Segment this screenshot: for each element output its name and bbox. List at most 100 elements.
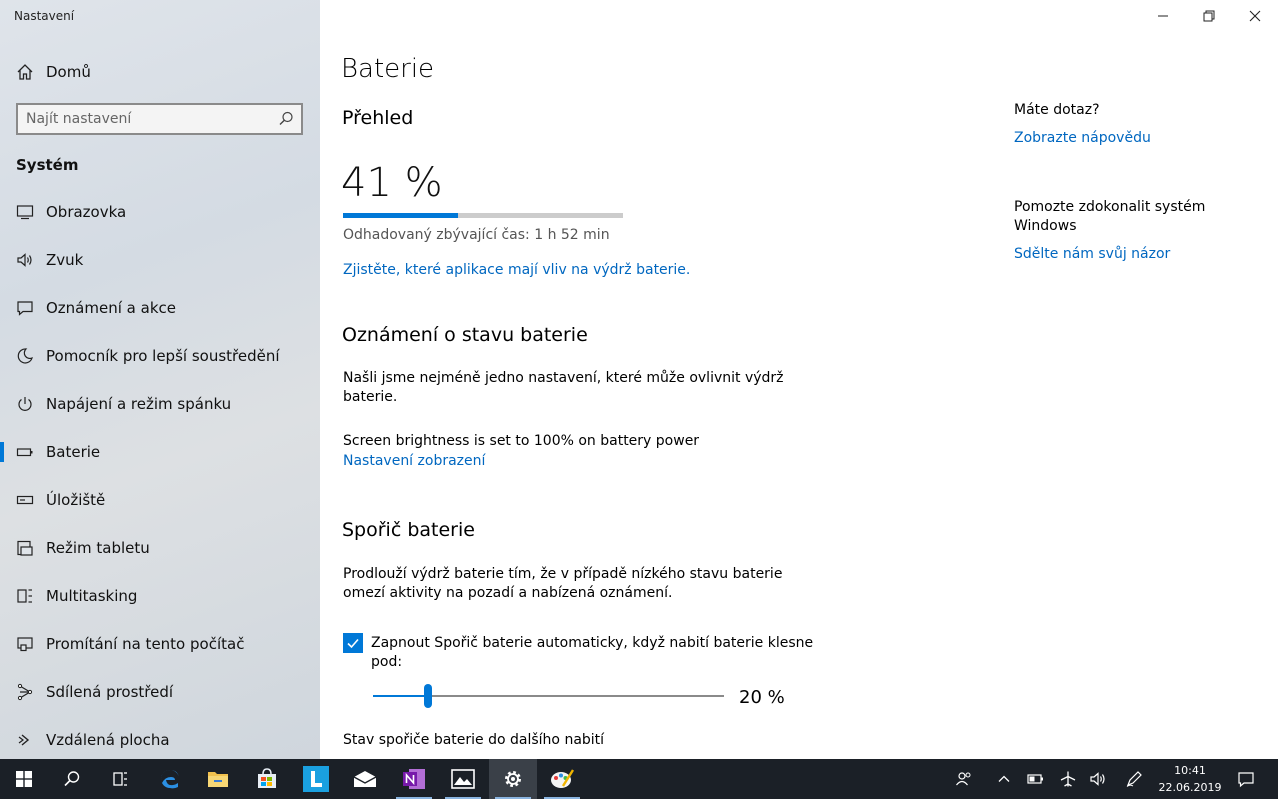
sidebar-item-label: Režim tabletu bbox=[46, 539, 150, 557]
battery-level-fill bbox=[343, 213, 458, 218]
sidebar-item-sound[interactable]: Zvuk bbox=[0, 240, 320, 280]
sidebar-item-shared-experiences[interactable]: Sdílená prostředí bbox=[0, 672, 320, 712]
app-title: Nastavení bbox=[14, 9, 75, 23]
slider-value: 20 % bbox=[739, 687, 785, 708]
power-icon bbox=[14, 393, 36, 415]
paint-icon bbox=[551, 769, 575, 788]
improve-windows-line1: Pomozte zdokonalit systém bbox=[1014, 199, 1206, 215]
battery-percent: 41 % bbox=[341, 160, 443, 206]
sidebar-item-label: Baterie bbox=[46, 443, 101, 461]
notifications-text-line2: baterie. bbox=[343, 389, 398, 405]
onenote-icon bbox=[403, 769, 425, 789]
action-center-button[interactable] bbox=[1231, 759, 1261, 799]
battery-level-bar bbox=[343, 213, 623, 218]
monitor-icon bbox=[14, 201, 36, 223]
auto-saver-checkbox[interactable] bbox=[343, 633, 363, 653]
sidebar-item-multitasking[interactable]: Multitasking bbox=[0, 576, 320, 616]
taskbar-app-edge[interactable] bbox=[146, 759, 194, 799]
sidebar-item-label: Oznámení a akce bbox=[46, 299, 176, 317]
taskbar-search-button[interactable] bbox=[48, 759, 96, 799]
taskbar-app-paint[interactable] bbox=[538, 759, 586, 799]
sidebar-item-label: Pomocník pro lepší soustředění bbox=[46, 347, 280, 365]
taskbar-app-file-explorer[interactable] bbox=[194, 759, 242, 799]
improve-windows-line2: Windows bbox=[1014, 218, 1077, 234]
give-feedback-link[interactable]: Sdělte nám svůj názor bbox=[1014, 246, 1170, 262]
home-label: Domů bbox=[46, 63, 91, 81]
taskbar-app-store[interactable] bbox=[243, 759, 291, 799]
close-button[interactable] bbox=[1232, 0, 1278, 32]
auto-saver-label-line1[interactable]: Zapnout Spořič baterie automaticky, když… bbox=[371, 635, 813, 651]
get-help-link[interactable]: Zobrazte nápovědu bbox=[1014, 130, 1151, 146]
notification-icon bbox=[14, 297, 36, 319]
battery-usage-by-app-link[interactable]: Zjistěte, které aplikace mají vliv na vý… bbox=[343, 262, 690, 278]
taskbar-clock[interactable]: 10:41 22.06.2019 bbox=[1156, 762, 1224, 796]
sidebar-item-label: Zvuk bbox=[46, 251, 84, 269]
taskbar-app-l[interactable] bbox=[292, 759, 340, 799]
sidebar-item-label: Promítání na tento počítač bbox=[46, 635, 245, 653]
sidebar-item-label: Napájení a režim spánku bbox=[46, 395, 232, 413]
search-box[interactable] bbox=[16, 103, 303, 135]
people-button[interactable] bbox=[950, 759, 978, 799]
taskbar-app-settings[interactable] bbox=[489, 759, 537, 799]
tablet-icon bbox=[14, 537, 36, 559]
minimize-button[interactable] bbox=[1140, 0, 1186, 32]
edge-icon bbox=[161, 770, 179, 789]
saver-status-label: Stav spořiče baterie do dalšího nabití bbox=[343, 732, 605, 748]
battery-saver-heading: Spořič baterie bbox=[342, 519, 475, 541]
sidebar-item-projecting[interactable]: Promítání na tento počítač bbox=[0, 624, 320, 664]
windows-ink-button[interactable] bbox=[1120, 759, 1148, 799]
settings-icon bbox=[505, 771, 521, 787]
search-icon[interactable] bbox=[277, 110, 295, 128]
battery-icon bbox=[1027, 774, 1043, 784]
checkmark-icon bbox=[347, 638, 359, 649]
sidebar-item-tablet-mode[interactable]: Režim tabletu bbox=[0, 528, 320, 568]
taskbar-app-photos[interactable] bbox=[439, 759, 487, 799]
sidebar-item-label: Multitasking bbox=[46, 587, 138, 605]
auto-saver-label-line2[interactable]: pod: bbox=[371, 654, 402, 670]
volume-icon bbox=[1090, 772, 1105, 786]
restore-button[interactable] bbox=[1186, 0, 1232, 32]
l-app-icon bbox=[303, 766, 329, 792]
airplane-mode-button[interactable] bbox=[1054, 759, 1082, 799]
start-button[interactable] bbox=[0, 759, 48, 799]
speaker-icon bbox=[14, 249, 36, 271]
sidebar-item-remote-desktop[interactable]: Vzdálená plocha bbox=[0, 720, 320, 760]
home-link[interactable]: Domů bbox=[0, 52, 320, 92]
pen-icon bbox=[1126, 771, 1142, 787]
sidebar-item-label: Vzdálená plocha bbox=[46, 731, 170, 749]
sidebar-item-notifications[interactable]: Oznámení a akce bbox=[0, 288, 320, 328]
moon-icon bbox=[14, 345, 36, 367]
storage-icon bbox=[14, 489, 36, 511]
clock-time: 10:41 bbox=[1174, 764, 1206, 777]
sidebar-item-power-sleep[interactable]: Napájení a režim spánku bbox=[0, 384, 320, 424]
minimize-icon bbox=[1158, 15, 1168, 17]
taskbar-app-onenote[interactable] bbox=[390, 759, 438, 799]
search-icon bbox=[64, 771, 80, 787]
show-hidden-icons-button[interactable] bbox=[990, 759, 1018, 799]
notifications-heading: Oznámení o stavu baterie bbox=[342, 324, 588, 346]
taskbar-app-mail[interactable] bbox=[341, 759, 389, 799]
section-heading-system: Systém bbox=[16, 156, 79, 174]
sidebar-item-label: Obrazovka bbox=[46, 203, 127, 221]
battery-saver-desc-line2: omezí aktivity na pozadí a nabízená ozná… bbox=[343, 585, 673, 601]
search-input[interactable] bbox=[26, 109, 266, 129]
overview-heading: Přehled bbox=[342, 107, 414, 129]
slider-thumb[interactable] bbox=[424, 684, 433, 708]
saver-threshold-slider[interactable] bbox=[373, 684, 724, 708]
battery-saver-desc-line1: Prodlouží výdrž baterie tím, že v případ… bbox=[343, 566, 783, 582]
sidebar: Nastavení Domů Systém Obrazovka Zvuk Ozn… bbox=[0, 0, 320, 759]
sidebar-item-battery[interactable]: Baterie bbox=[0, 432, 320, 472]
sidebar-item-storage[interactable]: Úložiště bbox=[0, 480, 320, 520]
shared-experiences-icon bbox=[14, 681, 36, 703]
page-title: Baterie bbox=[341, 54, 435, 84]
sidebar-item-display[interactable]: Obrazovka bbox=[0, 192, 320, 232]
tray-battery-button[interactable] bbox=[1022, 759, 1050, 799]
volume-button[interactable] bbox=[1084, 759, 1112, 799]
battery-icon bbox=[14, 441, 36, 463]
file-explorer-icon bbox=[208, 772, 228, 787]
task-view-button[interactable] bbox=[96, 759, 144, 799]
display-settings-link[interactable]: Nastavení zobrazení bbox=[343, 453, 485, 469]
sidebar-item-focus-assist[interactable]: Pomocník pro lepší soustředění bbox=[0, 336, 320, 376]
restore-icon bbox=[1203, 10, 1215, 22]
question-heading: Máte dotaz? bbox=[1014, 102, 1100, 118]
